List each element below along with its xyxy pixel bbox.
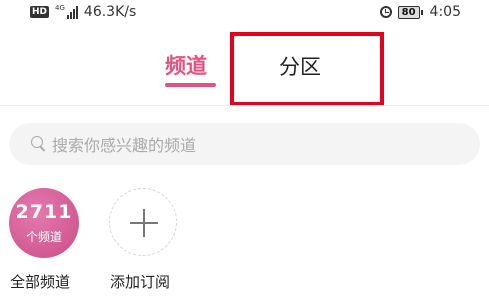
highlight-box <box>230 32 384 106</box>
status-bar: HD 4G 46.3K/s 80 4:05 <box>0 0 489 26</box>
status-right: 80 4:05 <box>379 4 461 20</box>
network-type: 4G <box>55 4 65 12</box>
header-divider <box>0 105 489 106</box>
search-icon <box>31 136 43 148</box>
active-tab-indicator <box>165 83 216 87</box>
channel-count: 2711 <box>15 201 73 223</box>
tab-channels[interactable]: 频道 <box>165 50 207 80</box>
add-subscription-button[interactable] <box>109 188 177 256</box>
clock: 4:05 <box>429 4 461 20</box>
add-subscription-label[interactable]: 添加订阅 <box>110 271 170 292</box>
search-bar[interactable] <box>9 123 480 167</box>
signal-icon: 4G <box>55 5 78 19</box>
status-left: HD 4G 46.3K/s <box>30 4 136 20</box>
hd-icon: HD <box>30 6 50 18</box>
search-input[interactable] <box>50 123 474 167</box>
channel-count-unit: 个频道 <box>25 230 62 244</box>
alarm-icon <box>379 6 392 18</box>
all-channels-label[interactable]: 全部频道 <box>10 271 70 292</box>
battery-icon: 80 <box>397 5 423 19</box>
network-speed: 46.3K/s <box>83 4 137 20</box>
all-channels-button[interactable]: 2711 个频道 <box>9 188 79 258</box>
